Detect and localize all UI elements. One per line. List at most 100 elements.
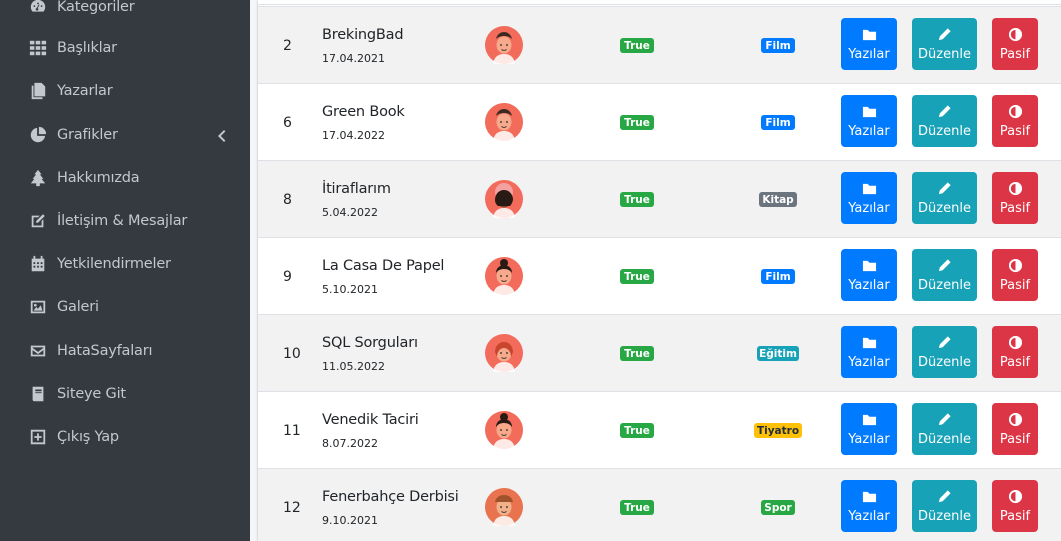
pasif-button[interactable]: Pasif: [992, 480, 1038, 532]
pasif-label: Pasif: [999, 277, 1031, 293]
sidebar-item-3[interactable]: Yazarlar: [0, 72, 250, 110]
table-header-divider: [258, 4, 1061, 5]
row-date: 11.05.2022: [322, 360, 385, 373]
table-row: 8 İtiraflarım 5.04.2022 True Kitap Yazılar Düz…: [258, 160, 1061, 237]
sidebar-item-label: Grafikler: [57, 127, 118, 143]
table-row: 6 Green Book 17.04.2022 True Film Yazılar Düze…: [258, 83, 1061, 160]
grid-icon: [28, 39, 48, 57]
yazilar-button[interactable]: Yazılar: [841, 480, 897, 532]
pasif-label: Pasif: [999, 123, 1031, 139]
duzenle-label: Düzenle: [918, 123, 971, 139]
row-title: Green Book: [322, 104, 405, 120]
category-badge: Film: [761, 115, 795, 130]
pencil-icon: [937, 258, 952, 273]
yazilar-label: Yazılar: [848, 277, 890, 293]
pasif-button[interactable]: Pasif: [992, 249, 1038, 301]
folder-icon: [862, 489, 877, 504]
adjust-icon: [1008, 489, 1023, 504]
adjust-icon: [1008, 258, 1023, 273]
pasif-label: Pasif: [999, 431, 1031, 447]
adjust-icon: [1008, 181, 1023, 196]
status-badge: True: [620, 38, 654, 53]
pasif-button[interactable]: Pasif: [992, 326, 1038, 378]
sidebar-item-1[interactable]: Kategoriler: [0, 0, 250, 26]
row-id: 8: [283, 191, 292, 208]
duzenle-label: Düzenle: [918, 431, 971, 447]
sidebar-item-9[interactable]: HataSayfaları: [0, 332, 250, 370]
pasif-button[interactable]: Pasif: [992, 403, 1038, 455]
avatar: [485, 103, 523, 141]
sidebar-item-label: Siteye Git: [57, 386, 126, 402]
adjust-icon: [1008, 104, 1023, 119]
avatar: [485, 257, 523, 295]
duzenle-button[interactable]: Düzenle: [912, 326, 977, 378]
row-title: İtiraflarım: [322, 181, 391, 197]
duzenle-button[interactable]: Düzenle: [912, 18, 977, 70]
table-row: 2 BrekingBad 17.04.2021 True Film Yazılar Düze…: [258, 6, 1061, 83]
avatar: [485, 180, 523, 218]
duzenle-button[interactable]: Düzenle: [912, 403, 977, 455]
calendar-icon: [28, 255, 48, 273]
row-title: Venedik Taciri: [322, 412, 419, 428]
yazilar-button[interactable]: Yazılar: [841, 249, 897, 301]
duzenle-button[interactable]: Düzenle: [912, 480, 977, 532]
image-icon: [28, 298, 48, 316]
pencil-icon: [937, 335, 952, 350]
yazilar-label: Yazılar: [848, 200, 890, 216]
sidebar-item-label: Galeri: [57, 299, 99, 315]
sidebar-item-label: HataSayfaları: [57, 343, 153, 359]
yazilar-button[interactable]: Yazılar: [841, 172, 897, 224]
row-date: 9.10.2021: [322, 514, 378, 527]
pencil-icon: [937, 181, 952, 196]
yazilar-button[interactable]: Yazılar: [841, 18, 897, 70]
sidebar-item-label: Çıkış Yap: [57, 429, 119, 445]
chevron-left-icon[interactable]: [216, 128, 226, 142]
sidebar-item-2[interactable]: Başlıklar: [0, 29, 250, 67]
row-id: 9: [283, 268, 292, 285]
sidebar-item-label: Kategoriler: [57, 0, 135, 15]
pasif-button[interactable]: Pasif: [992, 172, 1038, 224]
row-title: SQL Sorguları: [322, 335, 418, 351]
duzenle-button[interactable]: Düzenle: [912, 249, 977, 301]
duzenle-label: Düzenle: [918, 354, 971, 370]
folder-icon: [862, 258, 877, 273]
plus-square-icon: [28, 428, 48, 446]
yazilar-button[interactable]: Yazılar: [841, 326, 897, 378]
sidebar-item-10[interactable]: Siteye Git: [0, 375, 250, 413]
category-badge: Kitap: [759, 192, 797, 207]
sidebar-item-7[interactable]: Yetkilendirmeler: [0, 245, 250, 283]
pasif-button[interactable]: Pasif: [992, 18, 1038, 70]
adjust-icon: [1008, 335, 1023, 350]
sidebar-item-4[interactable]: Grafikler: [0, 116, 250, 154]
status-badge: True: [620, 269, 654, 284]
sidebar-item-6[interactable]: İletişim & Mesajlar: [0, 202, 250, 240]
pasif-label: Pasif: [999, 508, 1031, 524]
sidebar-item-8[interactable]: Galeri: [0, 288, 250, 326]
yazilar-label: Yazılar: [848, 508, 890, 524]
duzenle-label: Düzenle: [918, 200, 971, 216]
status-badge: True: [620, 192, 654, 207]
yazilar-button[interactable]: Yazılar: [841, 403, 897, 455]
status-badge: True: [620, 500, 654, 515]
avatar: [485, 26, 523, 64]
pasif-button[interactable]: Pasif: [992, 95, 1038, 147]
sidebar-item-5[interactable]: Hakkımızda: [0, 159, 250, 197]
pasif-label: Pasif: [999, 354, 1031, 370]
duzenle-label: Düzenle: [918, 46, 971, 62]
pencil-icon: [937, 27, 952, 42]
duzenle-label: Düzenle: [918, 277, 971, 293]
adjust-icon: [1008, 412, 1023, 427]
category-badge: Film: [761, 269, 795, 284]
pasif-label: Pasif: [999, 200, 1031, 216]
row-id: 11: [283, 422, 301, 439]
row-date: 8.07.2022: [322, 437, 378, 450]
category-badge: Tiyatro: [754, 423, 802, 438]
duzenle-button[interactable]: Düzenle: [912, 95, 977, 147]
duzenle-button[interactable]: Düzenle: [912, 172, 977, 224]
pasif-label: Pasif: [999, 46, 1031, 62]
sidebar-item-11[interactable]: Çıkış Yap: [0, 418, 250, 456]
yazilar-label: Yazılar: [848, 123, 890, 139]
yazilar-button[interactable]: Yazılar: [841, 95, 897, 147]
sidebar-item-label: Yazarlar: [57, 83, 113, 99]
duzenle-label: Düzenle: [918, 508, 971, 524]
